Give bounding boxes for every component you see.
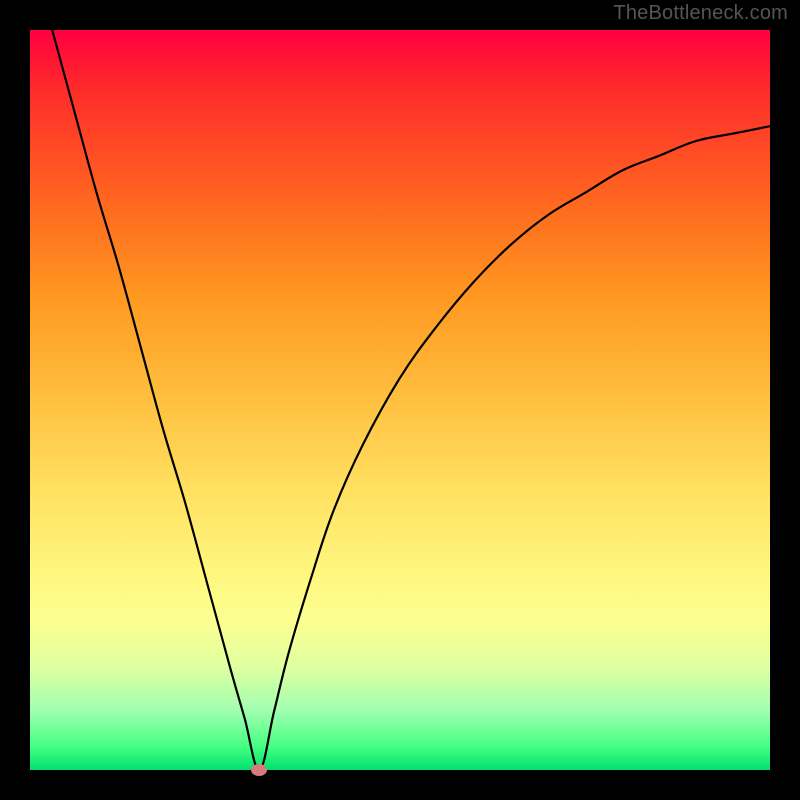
plot-area xyxy=(30,30,770,770)
chart-frame: TheBottleneck.com xyxy=(0,0,800,800)
watermark-text: TheBottleneck.com xyxy=(613,2,788,25)
optimum-marker xyxy=(251,764,267,776)
bottleneck-curve xyxy=(30,30,770,770)
